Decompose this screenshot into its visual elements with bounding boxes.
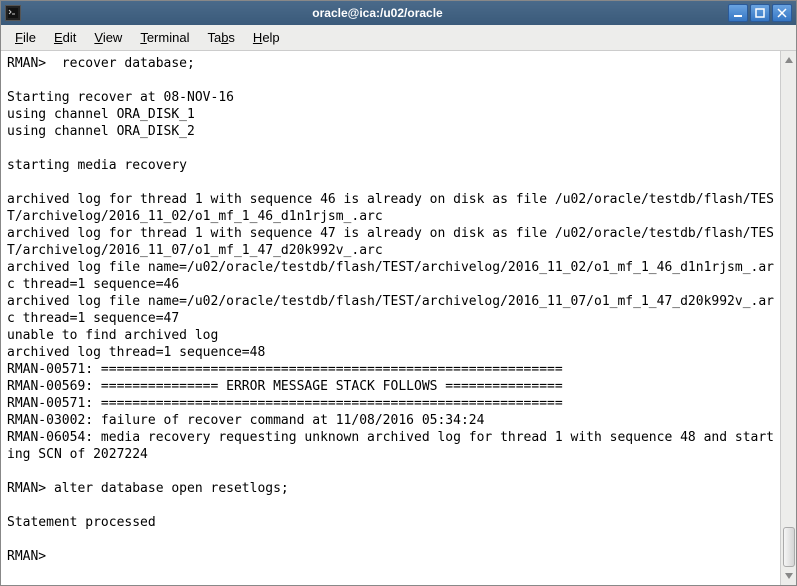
menu-tabs[interactable]: Tabs	[199, 28, 242, 47]
menu-edit-rest: dit	[63, 30, 77, 45]
menu-terminal[interactable]: Terminal	[132, 28, 197, 47]
menu-file[interactable]: File	[7, 28, 44, 47]
window-controls	[728, 4, 792, 22]
menu-terminal-rest: erminal	[147, 30, 190, 45]
menu-help[interactable]: Help	[245, 28, 288, 47]
menu-file-rest: ile	[23, 30, 36, 45]
window-title: oracle@ica:/u02/oracle	[27, 6, 728, 20]
maximize-button[interactable]	[750, 4, 770, 22]
titlebar: oracle@ica:/u02/oracle	[1, 1, 796, 25]
menu-tabs-pre: Ta	[207, 30, 221, 45]
scroll-down-button[interactable]	[782, 569, 796, 583]
menu-help-rest: elp	[262, 30, 279, 45]
terminal-area: RMAN> recover database; Starting recover…	[1, 51, 796, 585]
menubar: File Edit View Terminal Tabs Help	[1, 25, 796, 51]
close-button[interactable]	[772, 4, 792, 22]
terminal-output[interactable]: RMAN> recover database; Starting recover…	[1, 51, 780, 585]
terminal-window: oracle@ica:/u02/oracle File Edit View Te…	[0, 0, 797, 586]
scrollbar[interactable]	[780, 51, 796, 585]
menu-edit[interactable]: Edit	[46, 28, 84, 47]
menu-view-rest: iew	[103, 30, 123, 45]
scroll-thumb[interactable]	[783, 527, 795, 567]
scroll-up-button[interactable]	[782, 53, 796, 67]
menu-view[interactable]: View	[86, 28, 130, 47]
menu-tabs-rest: s	[228, 30, 235, 45]
minimize-button[interactable]	[728, 4, 748, 22]
terminal-icon	[5, 5, 21, 21]
